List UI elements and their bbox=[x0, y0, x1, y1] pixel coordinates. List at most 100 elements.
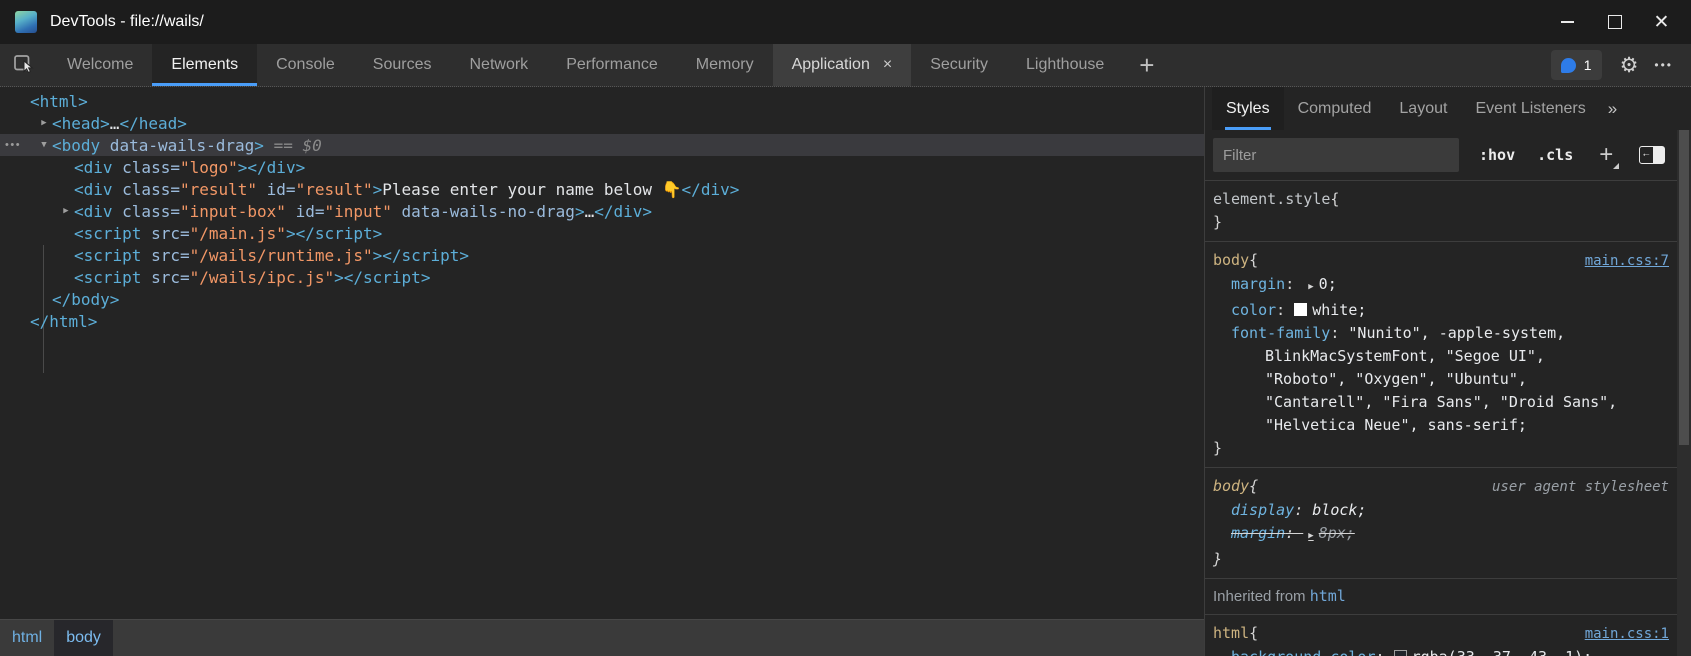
breadcrumb-item-body[interactable]: body bbox=[54, 620, 113, 656]
expand-value-icon[interactable]: ▶ bbox=[1308, 531, 1313, 541]
tab-lighthouse[interactable]: Lighthouse bbox=[1007, 44, 1123, 86]
styles-scrollbar[interactable] bbox=[1677, 130, 1691, 656]
pseudo-state-toggle[interactable]: :hov bbox=[1479, 146, 1515, 164]
stylesheet-origin: user agent stylesheet bbox=[1492, 476, 1669, 499]
css-property-margin[interactable]: margin: ▶0; bbox=[1213, 273, 1669, 299]
css-property-color[interactable]: color: white; bbox=[1213, 299, 1669, 322]
dom-tree-row[interactable]: </html> bbox=[0, 310, 1204, 332]
styles-filter-input[interactable] bbox=[1213, 138, 1459, 172]
color-swatch[interactable] bbox=[1394, 650, 1407, 656]
property-value-wrap: "Helvetica Neue", sans-serif; bbox=[1213, 414, 1669, 437]
tab-label: Welcome bbox=[67, 56, 133, 74]
tab-memory[interactable]: Memory bbox=[677, 44, 773, 86]
close-tab-icon[interactable]: × bbox=[883, 56, 892, 74]
stylesheet-link[interactable]: main.css:7 bbox=[1585, 250, 1669, 273]
settings-gear-icon[interactable]: ⚙ bbox=[1620, 53, 1639, 78]
code-token: <html> bbox=[30, 92, 88, 111]
open-brace: { bbox=[1249, 622, 1258, 645]
code-token: class= bbox=[113, 180, 180, 199]
tab-network[interactable]: Network bbox=[451, 44, 548, 86]
code-token: <div bbox=[74, 202, 113, 221]
rule-selector-line[interactable]: body {main.css:7 bbox=[1213, 249, 1669, 273]
color-swatch[interactable] bbox=[1294, 303, 1307, 316]
dom-tree-row[interactable]: ▶<div class="input-box" id="input" data-… bbox=[0, 200, 1204, 222]
maximize-button[interactable] bbox=[1591, 0, 1638, 44]
breadcrumb-item-html[interactable]: html bbox=[0, 620, 54, 656]
rule-selector-line[interactable]: body { user agent stylesheet bbox=[1213, 475, 1669, 499]
tab-computed[interactable]: Computed bbox=[1284, 87, 1386, 130]
dom-tree-row[interactable]: <script src="/wails/ipc.js"></script> bbox=[0, 266, 1204, 288]
toggle-sidebar-icon[interactable]: ← bbox=[1639, 146, 1665, 164]
tab-sources[interactable]: Sources bbox=[354, 44, 451, 86]
expander-closed-icon[interactable]: ▶ bbox=[58, 206, 74, 216]
rule-selector[interactable]: element.style bbox=[1213, 188, 1330, 211]
rule-selector-line[interactable]: element.style { bbox=[1213, 188, 1669, 211]
add-tab-button[interactable]: + bbox=[1123, 44, 1170, 86]
rule-selector[interactable]: body bbox=[1213, 249, 1249, 272]
dom-tree-row[interactable]: <html> bbox=[0, 90, 1204, 112]
style-rule-body: body { user agent stylesheetdisplay: bloc… bbox=[1205, 468, 1677, 579]
tab-welcome[interactable]: Welcome bbox=[48, 44, 152, 86]
css-property-margin[interactable]: margin: ▶8px; bbox=[1213, 522, 1669, 548]
tab-security[interactable]: Security bbox=[911, 44, 1007, 86]
tab-label: Application bbox=[792, 56, 870, 74]
close-brace: } bbox=[1213, 211, 1669, 234]
open-brace: { bbox=[1249, 475, 1258, 498]
tab-console[interactable]: Console bbox=[257, 44, 354, 86]
dom-tree-row[interactable]: <script src="/wails/runtime.js"></script… bbox=[0, 244, 1204, 266]
css-property-background-color[interactable]: background-color: rgba(33, 37, 43, 1); bbox=[1213, 646, 1669, 656]
tab-event-listeners[interactable]: Event Listeners bbox=[1461, 87, 1599, 130]
expand-value-icon[interactable]: ▶ bbox=[1308, 282, 1313, 292]
tab-styles[interactable]: Styles bbox=[1212, 87, 1284, 130]
property-name: color bbox=[1231, 301, 1276, 319]
tab-performance[interactable]: Performance bbox=[547, 44, 677, 86]
inspect-element-button[interactable] bbox=[0, 44, 48, 86]
code-token: </html> bbox=[30, 312, 97, 331]
more-tabs-icon[interactable]: » bbox=[1600, 87, 1625, 130]
style-rule-body: body {main.css:7margin: ▶0;color: white;… bbox=[1205, 242, 1677, 468]
code-token: src= bbox=[141, 268, 189, 287]
styles-scrollbar-thumb[interactable] bbox=[1679, 130, 1689, 445]
inherited-from-row: Inherited from html bbox=[1205, 579, 1677, 615]
close-brace: } bbox=[1213, 548, 1669, 571]
expander-closed-icon[interactable]: ▶ bbox=[36, 118, 52, 128]
css-property-font-family[interactable]: font-family: "Nunito", -apple-system, bbox=[1213, 322, 1669, 345]
tab-label: Elements bbox=[171, 56, 238, 74]
property-value: 0; bbox=[1319, 275, 1337, 293]
tab-layout[interactable]: Layout bbox=[1385, 87, 1461, 130]
code-token: </script> bbox=[382, 246, 469, 265]
property-value: block; bbox=[1312, 501, 1366, 519]
class-toggle[interactable]: .cls bbox=[1537, 146, 1573, 164]
dom-tree-row[interactable]: ▶<head>…</head> bbox=[0, 112, 1204, 134]
rule-selector-line[interactable]: html { main.css:1 bbox=[1213, 622, 1669, 646]
dom-tree-row[interactable]: •••▼<body data-wails-drag> == $0 bbox=[0, 134, 1204, 156]
code-token: <script bbox=[74, 246, 141, 265]
code-token: <head> bbox=[52, 114, 110, 133]
dom-tree-row[interactable]: </body> bbox=[0, 288, 1204, 310]
property-value: 8px; bbox=[1319, 524, 1355, 542]
dom-tree-row[interactable]: <div class="logo"></div> bbox=[0, 156, 1204, 178]
elements-panel: <html>▶<head>…</head>•••▼<body data-wail… bbox=[0, 87, 1205, 656]
code-token: </div> bbox=[247, 158, 305, 177]
dom-tree-row[interactable]: <div class="result" id="result">Please e… bbox=[0, 178, 1204, 200]
new-style-rule-button[interactable]: + bbox=[1599, 143, 1613, 167]
code-token: </script> bbox=[296, 224, 383, 243]
rule-selector[interactable]: html bbox=[1213, 622, 1249, 645]
activity-badge[interactable]: 1 bbox=[1551, 50, 1602, 80]
close-button[interactable]: ✕ bbox=[1638, 0, 1685, 44]
window-title: DevTools - file://wails/ bbox=[50, 13, 204, 31]
stylesheet-link[interactable]: main.css:1 bbox=[1585, 623, 1669, 646]
minimize-button[interactable] bbox=[1544, 0, 1591, 44]
row-menu-dots-icon[interactable]: ••• bbox=[5, 134, 21, 156]
css-property-display[interactable]: display: block; bbox=[1213, 499, 1669, 522]
tab-application[interactable]: Application × bbox=[773, 44, 912, 86]
sidebar-tabs-inner: StylesComputedLayoutEvent Listeners bbox=[1212, 87, 1600, 130]
activity-count: 1 bbox=[1584, 57, 1592, 73]
inherited-target-link[interactable]: html bbox=[1310, 587, 1346, 605]
tab-elements[interactable]: Elements bbox=[152, 44, 257, 86]
rule-selector[interactable]: body bbox=[1213, 475, 1249, 498]
code-token: == $0 bbox=[264, 136, 322, 155]
more-options-icon[interactable]: ••• bbox=[1654, 58, 1673, 72]
dom-tree-row[interactable]: <script src="/main.js"></script> bbox=[0, 222, 1204, 244]
expander-open-icon[interactable]: ▼ bbox=[36, 140, 52, 150]
